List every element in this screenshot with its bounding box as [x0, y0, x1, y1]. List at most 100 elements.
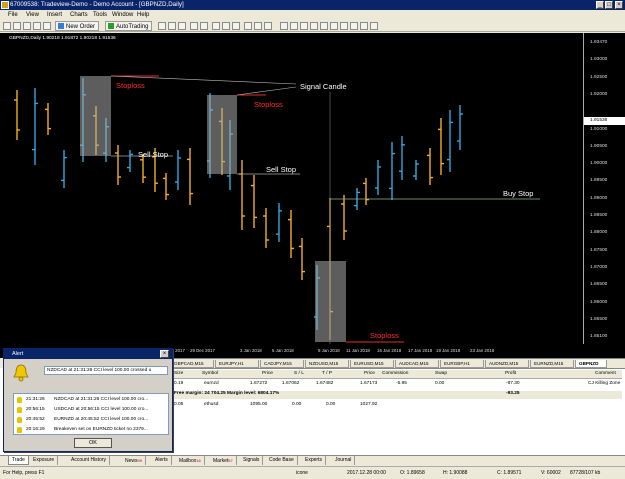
alert-history-list[interactable]: 21:31:26 NZDCAD at 21:31:26 CCI level 100… — [13, 393, 169, 435]
tab-label: News — [125, 458, 138, 464]
price-tick-label: 1.86500 — [590, 282, 608, 288]
tab-signals[interactable]: Signals — [240, 456, 264, 465]
date-tick-label: 23 Jan 2018 — [470, 348, 495, 353]
col-comment[interactable]: Comment — [595, 371, 616, 376]
price-tick-label: 1.86000 — [590, 299, 608, 305]
margin-summary-row: Free margin: 24 704.25 Margin level: 680… — [170, 391, 622, 399]
ohlc-bar — [299, 238, 305, 280]
list-item[interactable]: 20:56:15 USDCAD at 20:56:15 CCI level 100… — [14, 406, 168, 414]
ohlc-bar — [127, 150, 133, 172]
cell-comment: CJ Killing Zone — [588, 381, 621, 386]
zone-box-1 — [80, 76, 111, 156]
ok-button[interactable]: OK — [74, 438, 112, 448]
table-row[interactable]: 0.05 ethusd 1095.00 0.00 0.00 1027.92 — [170, 402, 622, 410]
chart-tabs: GBPCAD,M15 EURJPY,H1 CADJPY,M15 NZDUSD,M15 E… — [170, 358, 625, 368]
tab-label: Mailbox — [179, 458, 197, 464]
date-tick-label: 5 Jan 2018 — [272, 348, 294, 353]
ohlc-bar — [389, 142, 395, 200]
price-tick-label: 1.87500 — [590, 247, 608, 253]
ohlc-bar — [175, 150, 181, 190]
col-current-price[interactable]: Price — [364, 371, 375, 376]
tab-journal[interactable]: Journal — [332, 456, 356, 465]
ohlc-bar — [341, 195, 347, 240]
terminal-tabs: Trade Exposure Account History News99 Alerts… — [0, 455, 625, 465]
cell-commission: -5.95 — [396, 381, 407, 386]
stoploss-label-3: Stoploss — [370, 331, 399, 340]
tab-label: Signals — [243, 457, 260, 463]
chart-tab[interactable]: EURJPY,H1 — [215, 360, 259, 368]
ohlc-bar — [438, 118, 444, 175]
chart-tab[interactable]: GBPNZD — [575, 360, 607, 368]
bell-icon — [17, 397, 22, 403]
alert-text: USDCAD at 20:56:15 CCI level 100.00 cro.… — [54, 407, 149, 412]
chart-tab[interactable]: EURNZD,M15 — [530, 360, 574, 368]
chart-tab[interactable]: AUDNZD,M15 — [485, 360, 529, 368]
tab-experts[interactable]: Experts — [302, 456, 326, 465]
cell-current-price: 1.67173 — [360, 381, 378, 386]
table-row[interactable]: 0.19 eurnzd 1.67272 1.67062 1.67482 1.67… — [170, 381, 622, 389]
ohlc-bar — [239, 160, 245, 230]
status-open: O: 1.89658 — [400, 470, 425, 476]
tab-trade[interactable]: Trade — [8, 456, 29, 465]
col-commission[interactable]: Commission — [382, 371, 408, 376]
chart-tab[interactable]: AUDCAD,M15 — [395, 360, 439, 368]
tab-label: Experts — [305, 457, 322, 463]
ohlc-bar — [61, 150, 67, 188]
price-tick-label: 1.85500 — [590, 316, 608, 322]
ohlc-bar — [375, 160, 381, 195]
tab-alerts[interactable]: Alerts — [152, 456, 172, 465]
chart-tab[interactable]: EURGBP,H1 — [440, 360, 484, 368]
cell-profit: -87.30 — [506, 381, 520, 386]
price-tick-label: 1.92000 — [590, 91, 608, 97]
alert-dialog[interactable]: Alert × NZDCAD at 21:31:26 CCI level 100… — [3, 348, 173, 452]
price-tick-label: 1.89500 — [590, 178, 608, 184]
chart-tab[interactable]: NZDUSD,M15 — [305, 360, 349, 368]
alert-text: NZDCAD at 21:31:26 CCI level 100.00 cro.… — [54, 397, 149, 402]
tab-account-history[interactable]: Account History — [68, 456, 111, 465]
ohlc-bar — [115, 145, 121, 185]
tab-exposure[interactable]: Exposure — [30, 456, 59, 465]
price-tick-label: 1.85100 — [590, 334, 608, 340]
cell-current-price: 1027.92 — [360, 402, 378, 407]
zone-box-2 — [207, 95, 237, 174]
tab-badge: 99 — [137, 458, 142, 463]
list-item[interactable]: 21:31:26 NZDCAD at 21:31:26 CCI level 100… — [14, 396, 168, 404]
tab-mailbox[interactable]: Mailbox16 — [176, 456, 205, 465]
tab-label: Journal — [335, 457, 352, 463]
chart-tab[interactable]: CADJPY,M15 — [260, 360, 304, 368]
cell-sl: 0.00 — [292, 402, 302, 407]
chart-tab[interactable]: EURUSD,M15 — [350, 360, 394, 368]
ohlc-bar — [32, 88, 38, 165]
price-tick-label: 1.88500 — [590, 213, 608, 218]
alert-text: Breakeven set on EURNZD ticket no 2379..… — [54, 427, 148, 432]
ohlc-bar — [276, 203, 282, 242]
col-size[interactable]: Size — [174, 371, 183, 376]
tab-label: Trade — [12, 457, 25, 463]
list-item[interactable]: 20:16:29 Breakeven set on EURNZD ticket n… — [14, 426, 168, 434]
price-tick-label: 1.90000 — [590, 161, 608, 167]
col-sl[interactable]: S / L — [294, 371, 304, 376]
chart-tab[interactable]: GBPCAD,M15 — [170, 360, 214, 368]
tab-label: Alerts — [155, 457, 168, 463]
col-symbol[interactable]: Symbol — [202, 371, 218, 376]
tab-code-base[interactable]: Code Base — [266, 456, 298, 465]
date-tick-label: 9 Jan 2018 — [318, 348, 340, 353]
buy-stop-label: Buy Stop — [503, 189, 533, 198]
col-profit[interactable]: Profit — [505, 371, 516, 376]
price-tick-label: 1.90500 — [590, 143, 608, 149]
alert-close-button[interactable]: × — [160, 350, 169, 358]
date-tick-label: 3 Jan 2018 — [240, 348, 262, 353]
tab-market[interactable]: Market57 — [210, 456, 237, 465]
list-item[interactable]: 20:45:52 EURNZD at 20:45:52 CCI level 100… — [14, 416, 168, 424]
col-price[interactable]: Price — [262, 371, 273, 376]
ohlc-bar — [251, 175, 257, 228]
ohlc-bar — [399, 136, 405, 180]
cell-tp: 1.67482 — [316, 381, 334, 386]
tab-news[interactable]: News99 — [122, 456, 146, 465]
cell-swap: 0.00 — [435, 381, 445, 386]
bell-icon — [13, 364, 29, 382]
cell-price: 1095.00 — [250, 402, 268, 407]
col-tp[interactable]: T / P — [322, 371, 332, 376]
cell-symbol: eurnzd — [204, 381, 219, 386]
col-swap[interactable]: Swap — [435, 371, 447, 376]
